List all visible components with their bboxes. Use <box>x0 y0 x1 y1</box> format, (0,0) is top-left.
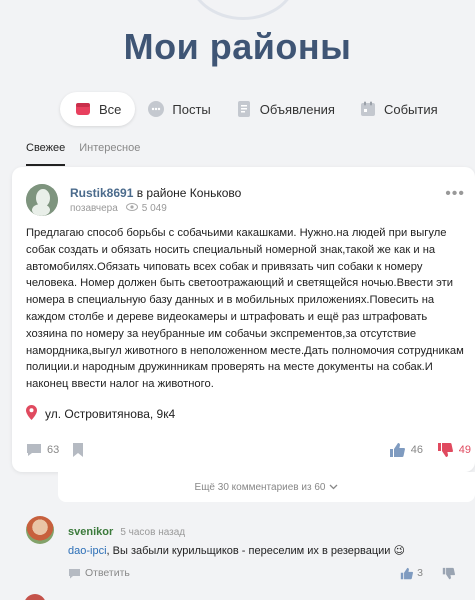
reply-button[interactable]: Ответить <box>68 567 130 579</box>
tab-ads[interactable]: Объявления <box>223 92 347 126</box>
comments-icon[interactable] <box>26 443 42 457</box>
post-meta: позавчера 5 049 <box>70 203 167 214</box>
bookmark-icon[interactable] <box>73 443 84 457</box>
dislikes-count: 49 <box>458 444 471 456</box>
tab-all-label: Все <box>99 101 122 117</box>
thumbs-up-icon <box>400 567 414 579</box>
more-comments-label: Ещё 30 комментариев из 60 <box>194 481 326 493</box>
comment-item: svenikor 5 часов назад dao-ipci, Вы забы… <box>14 510 475 590</box>
comment-author[interactable]: svenikor <box>68 526 113 538</box>
tab-posts[interactable]: Посты <box>135 92 222 126</box>
post-actions: 63 46 49 <box>26 443 471 457</box>
header-decoration <box>188 0 298 20</box>
comment-header: svenikor 5 часов назад <box>68 526 185 538</box>
page-title: Мои районы <box>123 26 352 67</box>
address-text: ул. Островитянова, 9к4 <box>45 407 176 421</box>
location-pin-icon <box>26 405 37 423</box>
events-icon <box>359 100 377 118</box>
comment-actions: Ответить 3 <box>68 567 463 579</box>
eye-icon <box>125 203 138 214</box>
category-tabs: Все Посты Объявления События <box>60 92 450 126</box>
tab-ads-label: Объявления <box>259 101 335 117</box>
tab-events-label: События <box>383 101 438 117</box>
tab-posts-label: Посты <box>172 101 211 117</box>
like-button[interactable]: 46 <box>389 442 423 458</box>
post-time: позавчера <box>70 203 118 214</box>
subtab-fresh[interactable]: Свежее <box>26 142 66 166</box>
post-author[interactable]: Rustik8691 <box>70 186 133 200</box>
next-commenter-avatar[interactable] <box>24 594 46 600</box>
chevron-down-icon <box>329 482 338 493</box>
post-address[interactable]: ул. Островитянова, 9к4 <box>26 405 175 423</box>
show-more-comments[interactable]: Ещё 30 комментариев из 60 <box>58 472 475 502</box>
comment-dislike-button[interactable] <box>442 567 455 580</box>
all-icon <box>74 100 92 118</box>
feed-sort-tabs: Свежее Интересное <box>26 142 154 166</box>
post-card: Rustik8691 в районе Коньково позавчера 5… <box>12 167 475 472</box>
commenter-avatar[interactable] <box>26 516 54 544</box>
comments-count[interactable]: 63 <box>47 444 59 456</box>
author-avatar[interactable] <box>26 184 58 216</box>
comment-time: 5 часов назад <box>120 527 186 538</box>
comment-reply-mention[interactable]: dao-ipci <box>68 545 107 557</box>
comment-text: dao-ipci, Вы забыли курильщиков - пересе… <box>68 544 405 557</box>
tab-events[interactable]: События <box>347 92 450 126</box>
comment-body: , Вы забыли курильщиков - переселим их в… <box>106 545 405 557</box>
tab-all[interactable]: Все <box>60 92 136 126</box>
post-author-line: Rustik8691 в районе Коньково <box>70 186 241 200</box>
post-district: в районе Коньково <box>136 186 242 200</box>
ads-icon <box>235 100 253 118</box>
thumbs-down-icon <box>442 567 455 579</box>
post-text: Предлагаю способ борьбы с собачьими кака… <box>26 227 464 391</box>
reply-label: Ответить <box>85 567 130 579</box>
comment-likes-count: 3 <box>417 567 423 579</box>
reply-icon <box>69 568 80 578</box>
dislike-button[interactable]: 49 <box>437 442 471 458</box>
likes-count: 46 <box>410 444 423 456</box>
posts-icon <box>147 100 165 118</box>
subtab-interesting[interactable]: Интересное <box>79 142 140 166</box>
more-options-icon[interactable]: ••• <box>445 185 465 203</box>
thumbs-up-icon <box>389 443 405 457</box>
comment-like-button[interactable]: 3 <box>400 567 423 580</box>
thumbs-down-icon <box>437 443 453 457</box>
post-views: 5 049 <box>141 203 167 214</box>
